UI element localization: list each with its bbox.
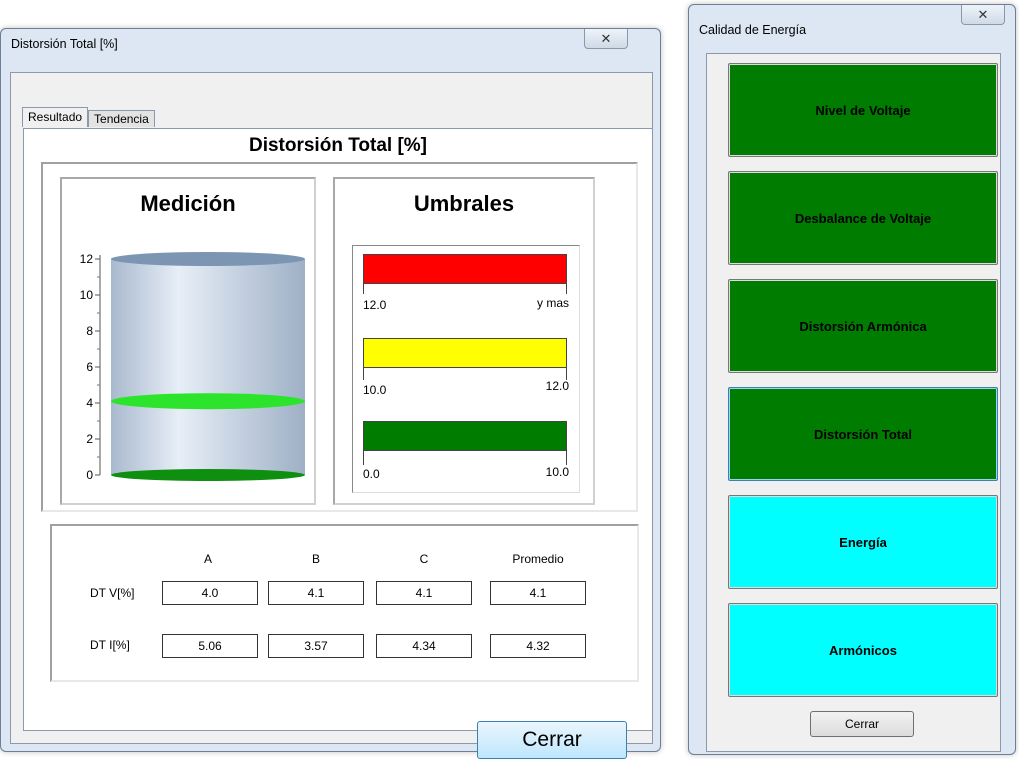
tick-mark xyxy=(566,284,567,294)
energia-button[interactable]: Energía xyxy=(728,495,998,589)
page-title: Distorsión Total [%] xyxy=(248,135,428,156)
y-axis-tick-label: 8 xyxy=(86,324,93,338)
y-axis-ticks: 12 10 8 6 4 2 0 xyxy=(80,252,100,482)
tick-mark xyxy=(363,451,364,465)
threshold-bar-red xyxy=(363,254,567,284)
medicion-gauge: 12 10 8 6 4 2 0 xyxy=(80,252,305,482)
yellow-low-label: 10.0 xyxy=(363,383,387,397)
green-high-label: 10.0 xyxy=(545,465,569,479)
medicion-panel: Medición 12 10 8 6 4 2 0 xyxy=(60,177,316,505)
dt-i-a-field[interactable]: 5.06 xyxy=(162,634,258,658)
umbrales-title: Umbrales xyxy=(413,191,515,216)
threshold-bar-yellow xyxy=(363,338,567,368)
desbalance-voltaje-button[interactable]: Desbalance de Voltaje xyxy=(728,171,998,265)
tab-strip: Resultado Tendencia xyxy=(22,107,155,127)
y-axis-tick-label: 4 xyxy=(86,396,93,410)
cerrar-button[interactable]: Cerrar xyxy=(477,721,627,759)
tank-bottom xyxy=(111,469,305,481)
tick-mark xyxy=(363,368,364,380)
column-header-c: C xyxy=(419,552,429,566)
window-title: Calidad de Energía xyxy=(699,23,807,37)
dt-v-a-field[interactable]: 4.0 xyxy=(162,581,258,605)
calidad-energia-window: Calidad de Energía ✕ Nivel de Voltaje De… xyxy=(688,4,1016,755)
armonicos-button[interactable]: Armónicos xyxy=(728,603,998,697)
y-axis-tick-label: 6 xyxy=(86,360,93,374)
y-axis-tick-label: 2 xyxy=(86,432,93,446)
column-header-a: A xyxy=(203,552,212,566)
tab-page-resultado: Distorsión Total [%] Medición 12 10 8 6 … xyxy=(23,128,653,731)
green-low-label: 0.0 xyxy=(363,467,380,481)
yellow-high-label: 12.0 xyxy=(545,379,569,393)
window-client-area: Nivel de Voltaje Desbalance de Voltaje D… xyxy=(706,53,1001,752)
distorsion-armonica-button[interactable]: Distorsión Armónica xyxy=(728,279,998,373)
cerrar-button[interactable]: Cerrar xyxy=(810,711,914,737)
distortion-window: Distorsión Total [%] ✕ Resultado Tendenc… xyxy=(0,28,661,759)
distorsion-total-button[interactable]: Distorsión Total xyxy=(728,387,998,481)
column-header-promedio: Promedio xyxy=(512,552,564,566)
dt-i-c-field[interactable]: 4.34 xyxy=(376,634,472,658)
liquid-surface xyxy=(111,393,305,410)
dt-i-b-field[interactable]: 3.57 xyxy=(268,634,364,658)
thresholds-frame: 12.0 y mas 10.0 12.0 0.0 10.0 xyxy=(352,245,580,493)
y-axis-tick-label: 12 xyxy=(80,252,94,266)
dt-v-c-field[interactable]: 4.1 xyxy=(376,581,472,605)
y-axis-tick-label: 0 xyxy=(86,468,93,482)
results-group: A B C Promedio DT V[%] 4.0 4.1 4.1 4.1 D… xyxy=(50,524,639,682)
window-client-area: Resultado Tendencia Distorsión Total [%]… xyxy=(10,72,653,744)
tank-body xyxy=(111,259,305,475)
tab-tendencia[interactable]: Tendencia xyxy=(88,110,155,127)
dt-v-b-field[interactable]: 4.1 xyxy=(268,581,364,605)
row-label-dt-i: DT I[%] xyxy=(90,638,130,652)
window-close-button[interactable]: ✕ xyxy=(584,29,628,49)
tank-top xyxy=(111,252,305,266)
tick-mark xyxy=(566,451,567,465)
dt-i-promedio-field[interactable]: 4.32 xyxy=(490,634,586,658)
nivel-voltaje-button[interactable]: Nivel de Voltaje xyxy=(728,63,998,157)
row-label-dt-v: DT V[%] xyxy=(90,586,135,600)
window-title: Distorsión Total [%] xyxy=(11,37,118,51)
y-axis-tick-label: 10 xyxy=(80,288,94,302)
close-icon: ✕ xyxy=(977,6,989,22)
tab-resultado[interactable]: Resultado xyxy=(22,107,89,127)
red-high-label: y mas xyxy=(536,296,569,310)
threshold-bar-green xyxy=(363,421,567,451)
tick-mark xyxy=(363,284,364,294)
column-header-b: B xyxy=(311,552,320,566)
close-icon: ✕ xyxy=(600,30,612,46)
red-low-label: 12.0 xyxy=(363,298,387,312)
dt-v-promedio-field[interactable]: 4.1 xyxy=(490,581,586,605)
umbrales-panel: Umbrales 12.0 y mas 10.0 12.0 0.0 10.0 xyxy=(333,177,595,505)
window-close-button[interactable]: ✕ xyxy=(961,5,1005,25)
gauges-group: Medición 12 10 8 6 4 2 0 Umbrales 12.0 y… xyxy=(41,162,638,512)
